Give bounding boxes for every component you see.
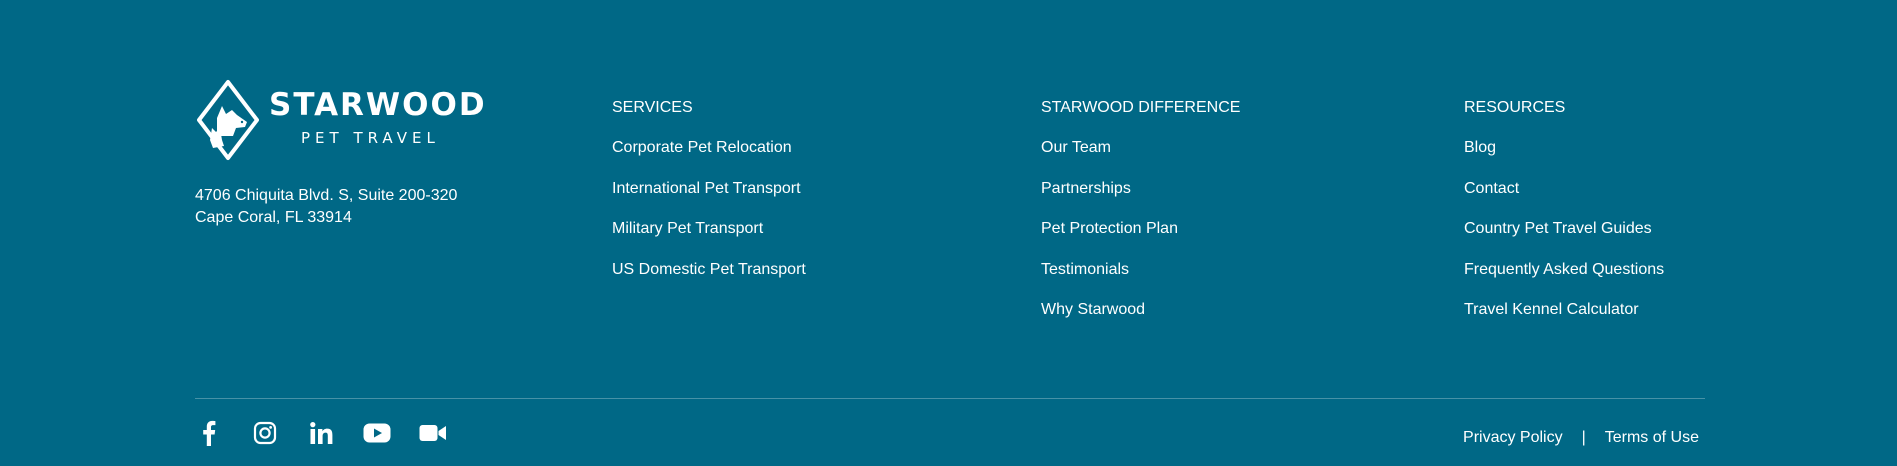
starwood-difference-column: STARWOOD DIFFERENCE Our Team Partnership… [1041, 99, 1240, 342]
instagram-icon[interactable] [251, 419, 279, 447]
site-footer: STARWOOD PET TRAVEL 4706 Chiquita Blvd. … [0, 0, 1897, 466]
link-pet-protection-plan[interactable]: Pet Protection Plan [1041, 220, 1178, 237]
link-partnerships[interactable]: Partnerships [1041, 180, 1131, 197]
list-item: Contact [1464, 180, 1664, 221]
list-item: Why Starwood [1041, 301, 1240, 342]
link-international-pet-transport[interactable]: International Pet Transport [612, 180, 801, 197]
link-blog[interactable]: Blog [1464, 139, 1496, 156]
services-links: Corporate Pet Relocation International P… [612, 139, 806, 301]
brand-logo-link[interactable]: STARWOOD PET TRAVEL [195, 78, 495, 164]
link-travel-kennel-calculator[interactable]: Travel Kennel Calculator [1464, 301, 1639, 318]
link-frequently-asked-questions[interactable]: Frequently Asked Questions [1464, 261, 1664, 278]
address-line-1: 4706 Chiquita Blvd. S, Suite 200-320 [195, 187, 458, 204]
dog-cat-diamond-logo-icon [197, 80, 259, 160]
link-us-domestic-pet-transport[interactable]: US Domestic Pet Transport [612, 261, 806, 278]
services-heading: SERVICES [612, 99, 693, 116]
video-camera-icon[interactable] [419, 419, 447, 447]
facebook-icon[interactable] [195, 419, 223, 447]
list-item: Pet Protection Plan [1041, 220, 1240, 261]
resources-column: RESOURCES Blog Contact Country Pet Trave… [1464, 99, 1664, 342]
list-item: Testimonials [1041, 261, 1240, 302]
linkedin-icon[interactable] [307, 419, 335, 447]
list-item: Frequently Asked Questions [1464, 261, 1664, 302]
starwood-difference-links: Our Team Partnerships Pet Protection Pla… [1041, 139, 1240, 342]
link-military-pet-transport[interactable]: Military Pet Transport [612, 220, 763, 237]
list-item: International Pet Transport [612, 180, 806, 221]
list-item: Blog [1464, 139, 1664, 180]
brand-name: STARWOOD [269, 87, 487, 123]
list-item: Military Pet Transport [612, 220, 806, 261]
footer-divider [195, 398, 1705, 399]
services-column: SERVICES Corporate Pet Relocation Intern… [612, 99, 806, 301]
address-line-2: Cape Coral, FL 33914 [195, 209, 352, 226]
link-contact[interactable]: Contact [1464, 180, 1519, 197]
legal-links: Privacy Policy | Terms of Use [1463, 429, 1699, 447]
list-item: Travel Kennel Calculator [1464, 301, 1664, 342]
link-testimonials[interactable]: Testimonials [1041, 261, 1129, 278]
youtube-icon[interactable] [363, 419, 391, 447]
resources-links: Blog Contact Country Pet Travel Guides F… [1464, 139, 1664, 342]
terms-of-use-link[interactable]: Terms of Use [1605, 429, 1699, 447]
link-our-team[interactable]: Our Team [1041, 139, 1111, 156]
link-country-pet-travel-guides[interactable]: Country Pet Travel Guides [1464, 220, 1652, 237]
list-item: US Domestic Pet Transport [612, 261, 806, 302]
social-links [195, 418, 475, 448]
resources-heading: RESOURCES [1464, 99, 1566, 116]
list-item: Our Team [1041, 139, 1240, 180]
list-item: Partnerships [1041, 180, 1240, 221]
link-why-starwood[interactable]: Why Starwood [1041, 301, 1145, 318]
starwood-difference-heading: STARWOOD DIFFERENCE [1041, 99, 1241, 116]
privacy-policy-link[interactable]: Privacy Policy [1463, 429, 1563, 447]
list-item: Corporate Pet Relocation [612, 139, 806, 180]
legal-separator: | [1581, 429, 1586, 446]
link-corporate-pet-relocation[interactable]: Corporate Pet Relocation [612, 139, 792, 156]
company-address: 4706 Chiquita Blvd. S, Suite 200-320 Cap… [195, 185, 457, 229]
brand-tagline: PET TRAVEL [301, 129, 440, 147]
list-item: Country Pet Travel Guides [1464, 220, 1664, 261]
